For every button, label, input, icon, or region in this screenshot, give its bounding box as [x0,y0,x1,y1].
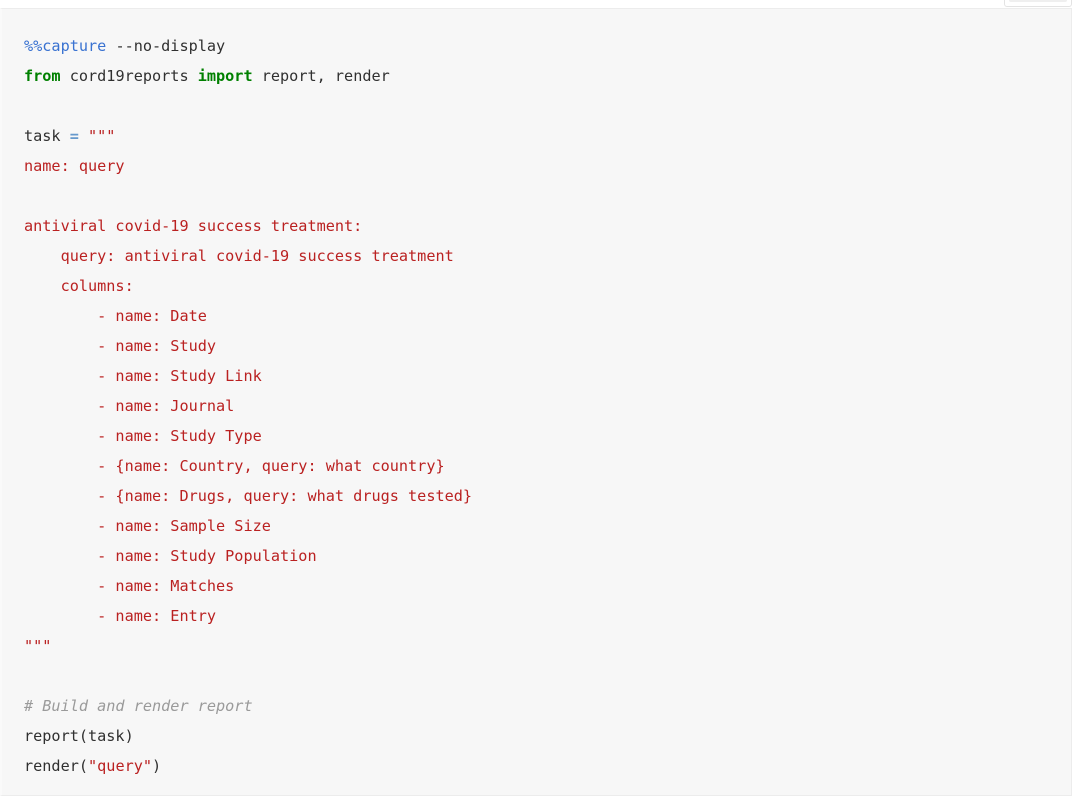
code-line-11: - name: Study [24,331,1063,361]
code-line-3-blank [24,91,1063,121]
code-line-15: - {name: Country, query: what country} [24,451,1063,481]
code-line-16: - {name: Drugs, query: what drugs tested… [24,481,1063,511]
token-module-name: cord19reports [60,67,198,85]
token-yaml-task-header: antiviral covid-19 success treatment: [24,217,363,235]
toolbar-chip-partial[interactable] [1004,0,1072,7]
code-editor-area[interactable]: %%capture --no-display from cord19reports… [24,31,1063,787]
code-line-6-blank [24,181,1063,211]
token-call-render-prefix: render( [24,757,89,775]
code-line-17: - name: Sample Size [24,511,1063,541]
code-line-4: task = """ [24,121,1063,151]
token-call-render-arg: "query" [88,757,153,775]
code-cell[interactable]: %%capture --no-display from cord19reports… [0,8,1072,796]
token-yaml-columns-key: columns: [24,277,134,295]
code-line-23: # Build and render report [24,691,1063,721]
token-yaml-col-study-population: - name: Study Population [24,547,317,565]
code-line-21: """ [24,631,1063,661]
token-yaml-col-study: - name: Study [24,337,217,355]
token-triple-quote-close: """ [24,637,52,655]
token-call-report: report(task) [24,727,134,745]
token-var-task: task [24,127,70,145]
code-line-9: columns: [24,271,1063,301]
code-line-10: - name: Date [24,301,1063,331]
code-line-25: render("query") [24,751,1063,781]
token-magic-arg: --no-display [106,37,226,55]
token-yaml-col-journal: - name: Journal [24,397,235,415]
source-code[interactable]: %%capture --no-display from cord19reports… [24,31,1063,781]
code-line-20: - name: Entry [24,601,1063,631]
code-line-5: name: query [24,151,1063,181]
token-yaml-query-line: query: antiviral covid-19 success treatm… [24,247,454,265]
token-imported-names: report, render [252,67,390,85]
code-line-7: antiviral covid-19 success treatment: [24,211,1063,241]
token-yaml-col-entry: - name: Entry [24,607,217,625]
token-yaml-col-country: - {name: Country, query: what country} [24,457,445,475]
token-keyword-import: import [197,67,253,85]
code-line-13: - name: Journal [24,391,1063,421]
token-keyword-from: from [24,67,61,85]
token-yaml-name-query: name: query [24,157,125,175]
token-triple-quote-open: """ [78,127,116,145]
token-yaml-col-sample-size: - name: Sample Size [24,517,271,535]
token-cell-magic: %%capture [24,37,107,55]
code-line-14: - name: Study Type [24,421,1063,451]
token-yaml-col-date: - name: Date [24,307,207,325]
token-operator-assign: = [69,127,79,145]
token-call-render-suffix: ) [152,757,162,775]
token-yaml-col-study-link: - name: Study Link [24,367,262,385]
code-line-24: report(task) [24,721,1063,751]
toolbar-chip-inner [1009,0,1067,2]
code-line-19: - name: Matches [24,571,1063,601]
token-yaml-col-matches: - name: Matches [24,577,235,595]
code-line-8: query: antiviral covid-19 success treatm… [24,241,1063,271]
notebook-page: %%capture --no-display from cord19reports… [0,0,1080,810]
token-yaml-col-study-type: - name: Study Type [24,427,262,445]
code-line-12: - name: Study Link [24,361,1063,391]
code-line-18: - name: Study Population [24,541,1063,571]
token-yaml-col-drugs: - {name: Drugs, query: what drugs tested… [24,487,473,505]
code-line-22-blank [24,661,1063,691]
code-line-2: from cord19reports import report, render [24,61,1063,91]
token-comment-build: # Build and render report [24,697,253,715]
code-line-1: %%capture --no-display [24,31,1063,61]
